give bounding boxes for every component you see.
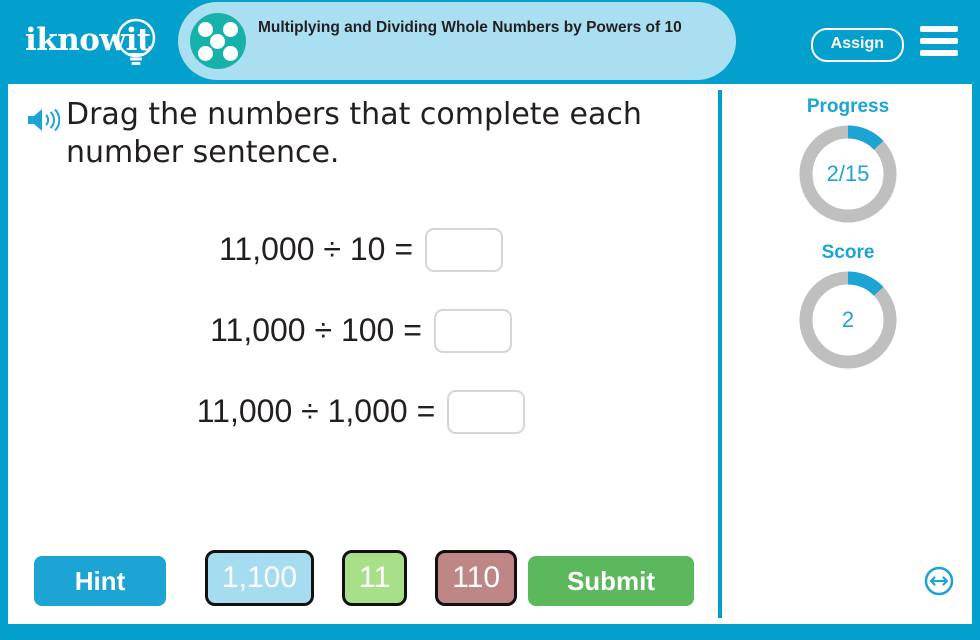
speaker-icon[interactable] — [26, 106, 60, 134]
five-dots-icon — [190, 13, 246, 69]
answer-dropzone[interactable] — [433, 308, 512, 353]
score-meter: Score 2 — [724, 242, 972, 372]
hint-button[interactable]: Hint — [34, 556, 166, 606]
answer-dropzone[interactable] — [447, 389, 526, 434]
lesson-title-band: Multiplying and Dividing Whole Numbers b… — [178, 2, 736, 80]
lesson-title: Multiplying and Dividing Whole Numbers b… — [258, 19, 682, 36]
equation-text: 11,000 ÷ 1,000 = — [196, 393, 436, 429]
main-panel: Drag the numbers that complete each numb… — [8, 84, 972, 624]
answer-dropzone[interactable] — [425, 227, 503, 272]
iknowit-logo[interactable]: iknowit — [22, 14, 172, 70]
equation-text: 11,000 ÷ 100 = — [210, 312, 422, 348]
panel-divider — [718, 90, 722, 618]
score-value: 2 — [841, 307, 855, 332]
equation-text: 11,000 ÷ 10 = — [218, 231, 413, 267]
progress-label: Progress — [806, 96, 890, 117]
progress-donut: 2/15 — [796, 122, 900, 226]
draggable-tile[interactable]: 110 — [435, 550, 518, 606]
draggable-tile[interactable]: 1,100 — [204, 550, 315, 606]
equation-row: 11,000 ÷ 10 = — [8, 209, 714, 290]
score-donut: 2 — [796, 268, 900, 372]
draggable-tile[interactable]: 11 — [342, 550, 408, 606]
instruction-text: Drag the numbers that complete each numb… — [66, 97, 642, 170]
lightbulb-icon — [116, 18, 156, 65]
submit-button[interactable]: Submit — [528, 556, 694, 606]
resize-horizontal-icon[interactable] — [924, 566, 954, 596]
progress-value: 2/15 — [826, 161, 870, 186]
assign-button[interactable]: Assign — [810, 28, 904, 62]
instruction-block: Drag the numbers that complete each numb… — [26, 96, 686, 172]
score-label: Score — [821, 242, 875, 263]
equation-list: 11,000 ÷ 10 = 11,000 ÷ 100 = 11,000 ÷ 1,… — [8, 209, 714, 452]
activity-window: iknowit Multiplying and Dividing Whole N… — [0, 0, 980, 640]
progress-meter: Progress 2/15 — [724, 96, 972, 226]
status-sidebar: Progress 2/15 Score 2 — [724, 84, 972, 624]
hamburger-menu-icon[interactable] — [920, 26, 958, 56]
app-header: iknowit Multiplying and Dividing Whole N… — [0, 0, 980, 82]
equation-row: 11,000 ÷ 100 = — [8, 290, 714, 371]
equation-row: 11,000 ÷ 1,000 = — [8, 371, 714, 452]
